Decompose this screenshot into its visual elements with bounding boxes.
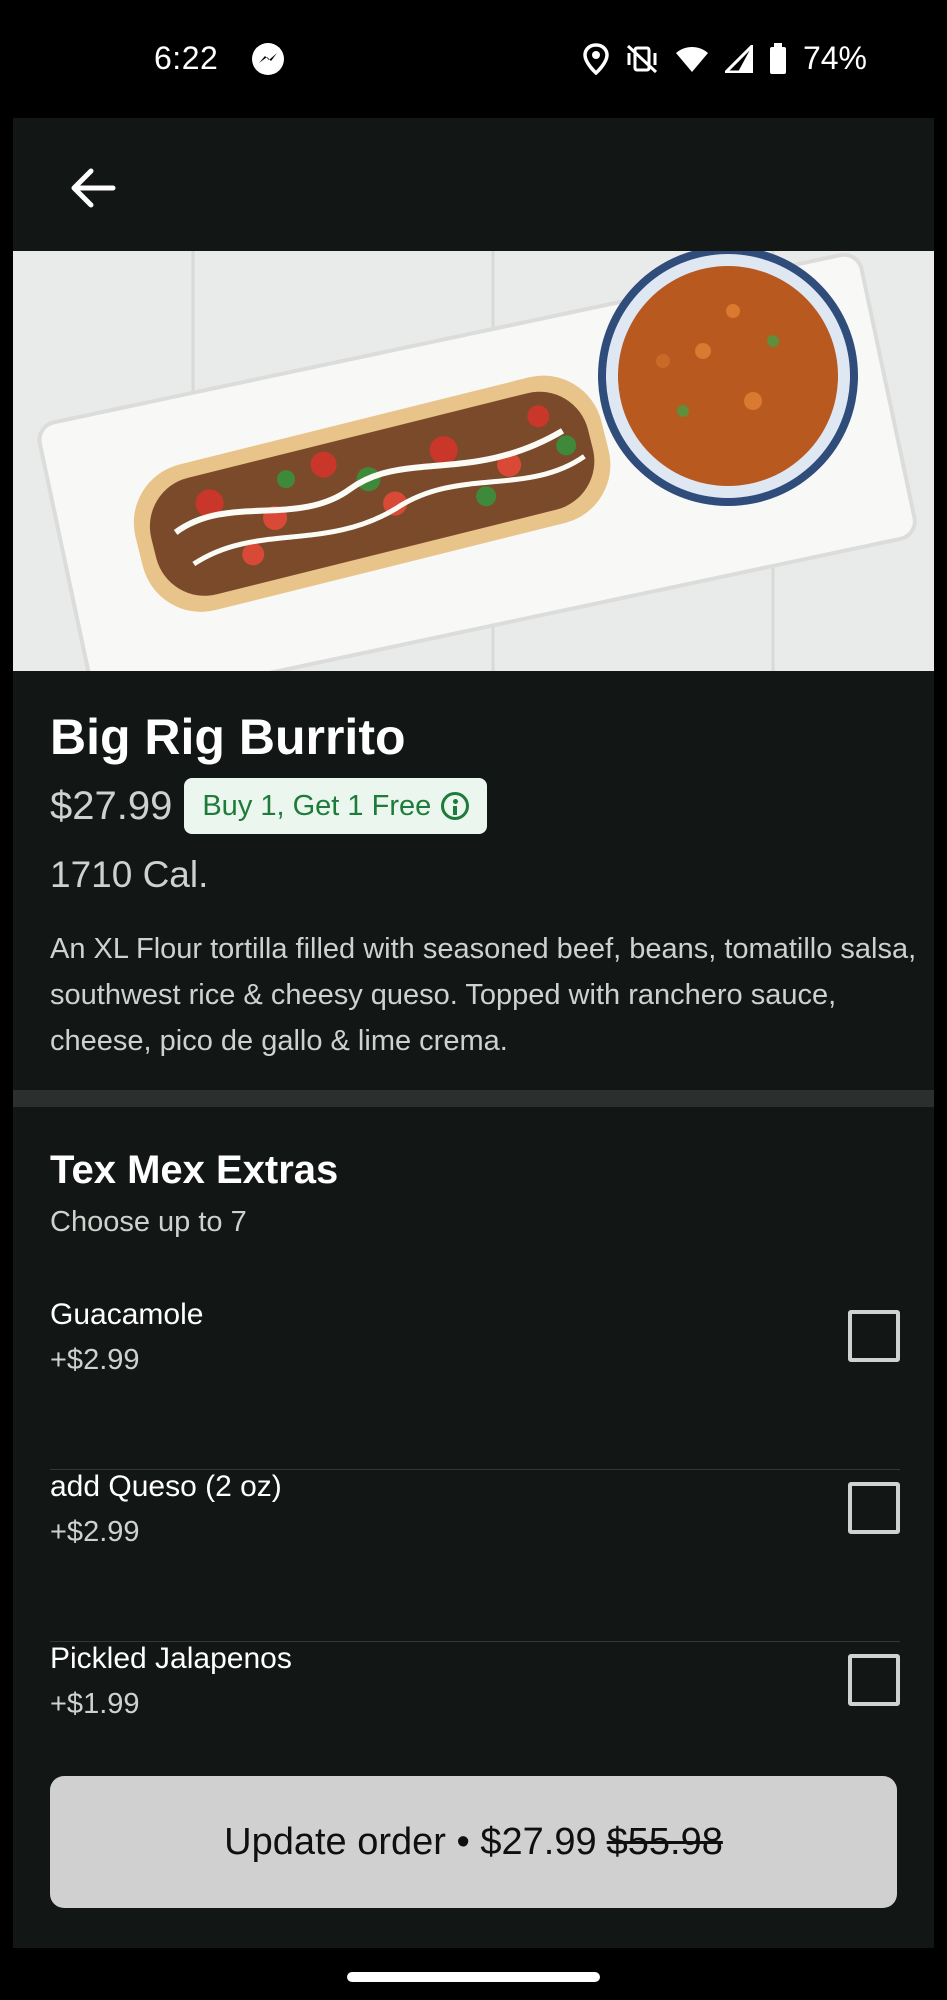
- option-price: +$1.99: [50, 1688, 140, 1720]
- status-bar: 6:22 74%: [0, 0, 947, 118]
- top-bar: [13, 118, 934, 248]
- calories: 1710 Cal.: [50, 854, 209, 895]
- option-price: +$2.99: [50, 1344, 140, 1376]
- messenger-icon: [252, 43, 284, 75]
- status-icons: 74%: [583, 40, 867, 77]
- option-name: Pickled Jalapenos: [50, 1642, 292, 1675]
- original-price: $55.98: [606, 1820, 723, 1863]
- option-checkbox[interactable]: [848, 1310, 900, 1362]
- option-name: add Queso (2 oz): [50, 1470, 282, 1503]
- update-order-button[interactable]: Update order • $27.99 $55.98: [50, 1776, 897, 1908]
- option-row-queso[interactable]: add Queso (2 oz) +$2.99: [50, 1470, 900, 1642]
- battery-percentage: 74%: [802, 40, 867, 76]
- back-arrow-icon: [71, 168, 116, 208]
- promo-badge[interactable]: Buy 1, Get 1 Free: [184, 778, 488, 834]
- item-title: Big Rig Burrito: [50, 709, 406, 765]
- item-price: $27.99: [50, 783, 173, 828]
- promo-label: Buy 1, Get 1 Free: [202, 789, 432, 822]
- vibrate-off-icon: [626, 44, 657, 73]
- info-icon[interactable]: [441, 792, 470, 820]
- item-photo: [13, 251, 934, 671]
- status-time: 6:22: [154, 40, 219, 76]
- back-button[interactable]: [63, 158, 123, 218]
- navigation-bar: [0, 1948, 947, 2000]
- battery-icon: [769, 42, 786, 74]
- option-checkbox[interactable]: [848, 1482, 900, 1534]
- location-icon: [583, 42, 609, 75]
- update-order-label: Update order • $27.99: [224, 1820, 597, 1863]
- price-row: $27.99 Buy 1, Get 1 Free: [50, 778, 488, 834]
- section-title: Tex Mex Extras: [50, 1148, 339, 1192]
- option-name: Guacamole: [50, 1298, 204, 1331]
- option-checkbox[interactable]: [848, 1654, 900, 1706]
- wifi-icon: [675, 46, 708, 72]
- section-divider: [13, 1090, 934, 1107]
- section-subtitle: Choose up to 7: [50, 1206, 247, 1238]
- signal-icon: [724, 44, 753, 73]
- item-description: An XL Flour tortilla filled with seasone…: [50, 933, 917, 1057]
- option-row-guacamole[interactable]: Guacamole +$2.99: [50, 1298, 900, 1470]
- option-price: +$2.99: [50, 1516, 140, 1548]
- home-indicator[interactable]: [347, 1972, 600, 1982]
- item-detail-screen: Big Rig Burrito $27.99 Buy 1, Get 1 Free…: [13, 118, 934, 1948]
